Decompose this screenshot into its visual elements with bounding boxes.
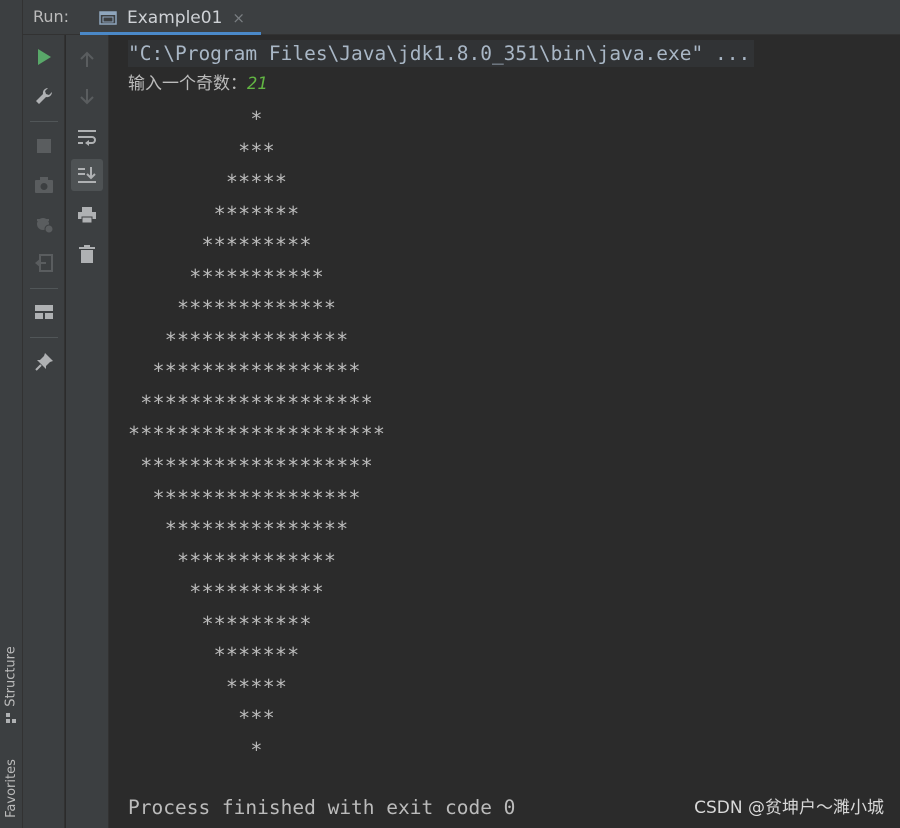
print-button[interactable] [71, 199, 103, 231]
pin-icon [35, 353, 53, 371]
wrench-icon [36, 87, 53, 104]
output-line: ***** [128, 170, 288, 195]
toolbar-separator [30, 337, 58, 338]
analyze-button[interactable] [28, 208, 60, 240]
clear-all-button[interactable] [71, 238, 103, 270]
next-occurrence-button[interactable] [71, 81, 103, 113]
output-line: * [128, 107, 263, 131]
run-tool-window-header: Run: Example01 × [23, 0, 900, 35]
previous-occurrence-button[interactable] [71, 43, 103, 75]
output-line: ************* [128, 548, 337, 573]
output-line: * [128, 737, 263, 762]
scroll-to-end-button[interactable] [71, 159, 103, 191]
output-line: ********************* [128, 422, 386, 447]
output-line: *************** [128, 517, 349, 542]
soft-wrap-button[interactable] [71, 121, 103, 153]
command-line-text: "C:\Program Files\Java\jdk1.8.0_351\bin\… [128, 40, 755, 67]
output-line: *** [128, 138, 275, 163]
output-line: ********* [128, 233, 312, 258]
tab-example01[interactable]: Example01 × [81, 0, 261, 35]
modify-run-configuration-button[interactable] [28, 80, 60, 112]
console-actions-toolbar [66, 35, 109, 828]
arrow-up-icon [80, 51, 94, 67]
output-line: ********* [128, 611, 312, 636]
close-icon[interactable]: × [232, 9, 245, 27]
watermark: CSDN @贫坤户～濉小城 [694, 798, 884, 818]
output-line: ************* [128, 296, 337, 321]
console-window-icon [99, 10, 117, 25]
output-line: ***** [128, 674, 288, 699]
structure-tab-label: Structure [4, 645, 20, 707]
output-line: ******************* [128, 390, 373, 415]
favorites-tool-tab[interactable]: Favorites [0, 748, 23, 828]
trash-icon [79, 245, 95, 263]
run-actions-toolbar [23, 35, 65, 828]
prompt-text: 输入一个奇数： [128, 74, 247, 94]
tab-label: Example01 [127, 7, 223, 28]
stop-icon [37, 139, 51, 153]
run-label: Run: [33, 7, 70, 26]
exit-button[interactable] [28, 247, 60, 279]
run-icon [38, 49, 51, 65]
prompt-line: 输入一个奇数：21 [128, 71, 267, 97]
soft-wrap-icon [78, 130, 96, 146]
output-line: *** [128, 706, 275, 731]
dump-threads-button[interactable] [28, 169, 60, 201]
structure-icon [6, 713, 16, 723]
exit-icon [35, 254, 53, 272]
printer-icon [78, 207, 96, 224]
exit-message: Process finished with exit code 0 [128, 796, 516, 819]
toolbar-separator [30, 288, 58, 289]
output-line: ******* [128, 201, 300, 226]
bug-gear-icon [37, 218, 54, 234]
toolbar-separator [30, 121, 58, 122]
camera-icon [35, 177, 53, 193]
diamond-output: * *** ***** ******* ********* **********… [128, 104, 385, 766]
output-line: *************** [128, 327, 349, 352]
restore-layout-button[interactable] [28, 296, 60, 328]
left-tool-stripe: Structure Favorites [0, 0, 23, 828]
output-line: ***************** [128, 485, 361, 510]
arrow-down-icon [80, 89, 94, 105]
scroll-to-end-icon [78, 167, 96, 183]
output-line: *********** [128, 264, 324, 289]
output-line: ******* [128, 643, 300, 668]
user-input-value: 21 [247, 74, 268, 94]
favorites-tab-label: Favorites [4, 758, 20, 818]
output-line: ******************* [128, 454, 373, 479]
pin-tab-button[interactable] [28, 346, 60, 378]
output-line: *********** [128, 580, 324, 605]
output-line: ***************** [128, 359, 361, 384]
layout-icon [35, 305, 53, 319]
rerun-button[interactable] [28, 41, 60, 73]
structure-tool-tab[interactable]: Structure [0, 628, 23, 724]
stop-button[interactable] [28, 130, 60, 162]
